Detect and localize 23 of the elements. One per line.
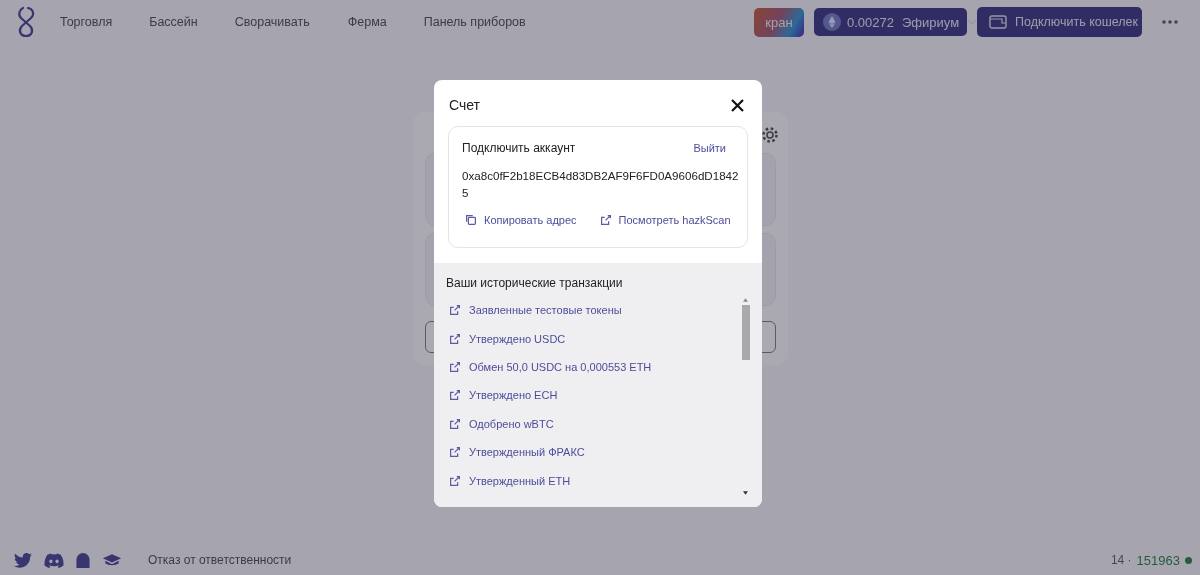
nav-link[interactable]: Бассейн [149,15,198,29]
block-number: 151963 [1136,552,1180,568]
transaction-link[interactable]: Одобрено wBTC [446,409,741,438]
connect-wallet-button[interactable]: Подключить кошелек [977,7,1142,37]
explorer-link[interactable]: Посмотреть hazkScan [596,213,731,227]
wallet-address: 0xa8c0fF2b18ECB4d83DB2AF9F6FD0A9606dD18425 [462,168,740,201]
transaction-link[interactable]: Обмен 50,0 USDC на 0,000553 ETH [446,352,741,382]
nav-link[interactable]: Панель приборов [423,15,526,29]
nav-link[interactable]: Сворачивать [234,15,310,29]
transaction-link[interactable]: Утверждено USDC [446,324,741,353]
nav-link[interactable]: Ферма [347,15,387,29]
account-heading: Подключить аккаунт [462,141,576,155]
disclaimer-link[interactable]: Отказ от ответственности [148,553,292,567]
transaction-link[interactable]: Заявленные тестовые токены [446,296,741,325]
nav-link[interactable]: Торговля [60,15,113,29]
history-heading: Ваши исторические транзакции [446,276,624,290]
transaction-link[interactable]: Утверждено ECH [446,381,741,410]
modal-title: Счет [449,97,480,113]
logout-link[interactable]: Выйти [693,142,726,154]
version-text: 14 · [1110,553,1132,567]
transaction-link[interactable]: Утвержденный ETH [446,466,741,495]
transaction-link[interactable]: Утвержденный ФРАКС [446,437,741,467]
copy-address-link[interactable]: Копировать адрес [462,213,577,227]
